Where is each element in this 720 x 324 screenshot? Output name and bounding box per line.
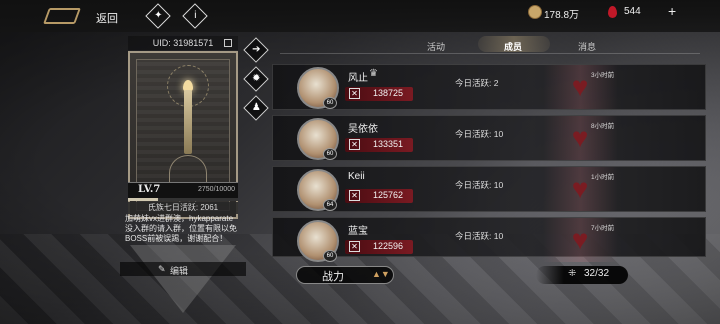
member-today-active: 今日活跃: 2 (455, 78, 499, 88)
member-count-box (536, 266, 628, 284)
clan-exp: 2750/10000 (198, 186, 235, 193)
member-row[interactable]: 60 吴依依 ✕ 133351 今日活跃: 10 ♥ 8小时前 (272, 115, 706, 161)
sword-icon: ✕ (349, 241, 360, 252)
tab-activity[interactable]: 活动 (427, 40, 445, 53)
members-count-icon: ⁜ (568, 268, 577, 279)
member-last-online: 7小时前 (591, 225, 615, 232)
clan-level: LV.7 (138, 184, 161, 195)
uid-label: UID: 31981571 (128, 36, 238, 50)
heart-icon[interactable]: ♥ (566, 124, 594, 152)
member-power: 138725 (373, 88, 404, 98)
member-row[interactable]: 64 Keii ✕ 125762 今日活跃: 10 ♥ 1小时前 (272, 166, 706, 212)
sort-label: 战力 (322, 271, 344, 283)
member-level: 60 (323, 250, 337, 262)
crown-icon: ♛ (369, 68, 378, 79)
member-today-active: 今日活跃: 10 (455, 231, 504, 241)
copy-uid-icon[interactable] (224, 39, 232, 47)
sword-icon: ✕ (349, 88, 360, 99)
member-power: 125762 (373, 190, 404, 200)
gold-amount: 178.8万 (544, 10, 580, 21)
member-power: 122596 (373, 241, 404, 251)
blood-drop-icon (608, 6, 617, 18)
member-name: 蓝宝 (348, 226, 368, 237)
member-name: 吴依依 (348, 124, 378, 135)
exp-fill (128, 198, 159, 201)
blood-amount: 544 (624, 6, 641, 17)
member-last-online: 8小时前 (591, 123, 615, 130)
tab-divider (280, 53, 700, 54)
gold-coin-icon (528, 5, 542, 19)
logo-icon[interactable] (43, 8, 81, 24)
member-last-online: 1小时前 (591, 174, 615, 181)
member-name: Keii (348, 171, 365, 182)
sort-icon[interactable]: ▲▼ (372, 269, 390, 279)
candle-icon (184, 90, 192, 154)
heart-icon[interactable]: ♥ (566, 226, 594, 254)
member-today-active: 今日活跃: 10 (455, 180, 504, 190)
member-row[interactable]: 60 风止 ♛ ✕ 138725 今日活跃: 2 ♥ 3小时前 (272, 64, 706, 110)
heart-icon[interactable]: ♥ (566, 175, 594, 203)
tab-messages[interactable]: 消息 (578, 40, 596, 53)
clan-card: UID: 31981571 花辞 LV.7 2750/10000 氏族七日活跃:… (120, 36, 246, 281)
edit-button[interactable]: ✎ 编辑 (120, 262, 246, 276)
sword-icon: ✕ (349, 139, 360, 150)
edit-icon: ✎ (158, 264, 166, 274)
member-level: 60 (323, 148, 337, 160)
member-name: 风止 (348, 73, 368, 84)
exp-track (128, 198, 238, 201)
clan-notice: 加萌妹vx进群澳，hykapparate 没入群的请入群，位置有限以免BOSS前… (125, 214, 237, 243)
edit-label: 编辑 (170, 266, 189, 276)
member-row[interactable]: 60 蓝宝 ✕ 122596 今日活跃: 10 ♥ 7小时前 (272, 217, 706, 262)
member-power: 133351 (373, 139, 404, 149)
member-level: 60 (323, 97, 337, 109)
member-count: 32/32 (584, 268, 610, 279)
member-level: 64 (323, 199, 337, 211)
back-button[interactable]: 返回 (96, 10, 118, 26)
heart-icon[interactable]: ♥ (566, 73, 594, 101)
add-currency-button[interactable]: + (668, 3, 676, 19)
member-last-online: 3小时前 (591, 72, 615, 79)
member-today-active: 今日活跃: 10 (455, 129, 504, 139)
tab-members[interactable]: 成员 (504, 40, 522, 53)
sword-icon: ✕ (349, 190, 360, 201)
